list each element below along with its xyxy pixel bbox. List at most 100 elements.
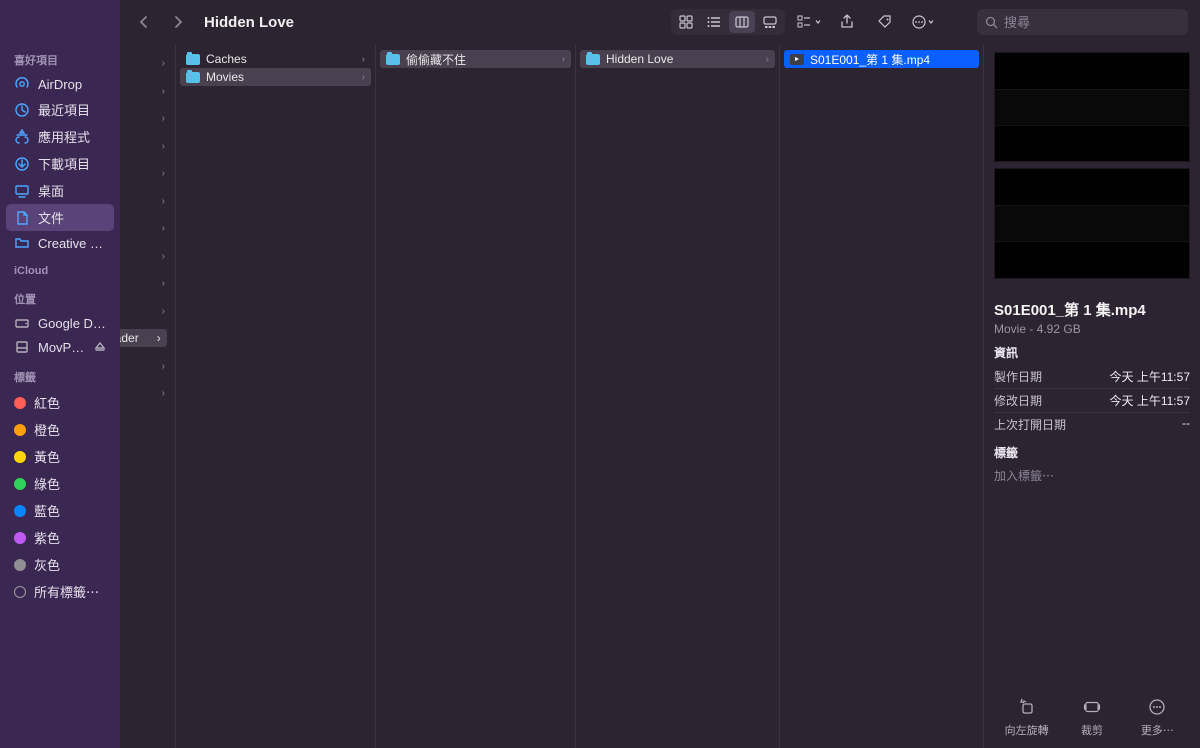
sidebar-item-gdrive[interactable]: Google Drive [6,311,114,335]
list-item[interactable]: › [124,353,171,381]
tag-dot-icon [14,478,26,490]
list-item[interactable]: › [124,160,171,188]
more-button[interactable]: 更多⋯ [1129,698,1185,738]
list-item[interactable]: › [124,298,171,326]
list-item[interactable]: › [124,215,171,243]
tag-purple[interactable]: 紫色 [6,524,114,551]
list-item[interactable]: › [124,188,171,216]
tag-gray[interactable]: 灰色 [6,551,114,578]
forward-button[interactable] [166,8,190,36]
item-name: Caches [206,52,356,66]
info-value: 今天 上午11:57 [1110,392,1190,409]
list-item[interactable]: S01E001_第 1 集.mp4 [784,50,979,68]
view-columns-button[interactable] [729,11,755,33]
sidebar-item-documents[interactable]: 文件 [6,204,114,231]
item-name: Movies [206,70,356,84]
gallery-icon [763,15,777,29]
action-button[interactable] [909,10,937,34]
list-item[interactable]: Caches› [180,50,371,68]
drive-icon [14,315,30,331]
list-item[interactable]: 偷偷藏不住› [380,50,571,68]
back-button[interactable] [132,8,156,36]
tag-dot-icon [14,424,26,436]
item-name: 偷偷藏不住 [406,51,556,68]
list-item[interactable]: › [124,105,171,133]
sidebar-item-downloads[interactable]: 下載項目 [6,150,114,177]
view-gallery-button[interactable] [757,11,783,33]
share-button[interactable] [833,10,861,34]
list-item[interactable]: › [124,133,171,161]
list-item[interactable]: Hidden Love› [580,50,775,68]
list-item[interactable]: › [124,380,171,408]
sidebar-item-label: Creative Clo… [38,236,106,251]
main-pane: Hidden Love ›››››››››››››wnloader› Cache… [120,0,1200,748]
group-button[interactable] [795,10,823,34]
view-list-button[interactable] [701,11,727,33]
sidebar-item-label: 藍色 [34,501,60,520]
column-0[interactable]: ›››››››››››››wnloader› [120,44,176,748]
search-input[interactable] [1004,15,1180,30]
sidebar-item-apps[interactable]: 應用程式 [6,123,114,150]
sidebar-section-favorites: 喜好項目 [6,48,114,72]
preview-subtitle: Movie - 4.92 GB [994,322,1190,336]
info-value: 今天 上午11:57 [1110,368,1190,385]
preview-thumbnail[interactable] [994,52,1190,162]
sidebar-item-label: 綠色 [34,474,60,493]
list-item[interactable]: › [124,243,171,271]
sidebar-item-cc[interactable]: Creative Clo… [6,231,114,255]
ellipsis-circle-icon [912,15,926,29]
tag-green[interactable]: 綠色 [6,470,114,497]
sidebar-item-desktop[interactable]: 桌面 [6,177,114,204]
chevron-right-icon: › [162,58,165,69]
toolbar: Hidden Love [120,0,1200,44]
sidebar-item-mov[interactable]: MovPilot … [6,335,114,359]
footer-label: 向左旋轉 [1005,722,1049,738]
sidebar-item-recent[interactable]: 最近項目 [6,96,114,123]
sidebar-item-airdrop[interactable]: AirDrop [6,72,114,96]
column-2[interactable]: 偷偷藏不住› [376,44,576,748]
folder-icon [186,54,200,65]
sidebar-all-tags[interactable]: 所有標籤⋯ [6,578,114,605]
download-icon [14,156,30,172]
folder-icon [586,54,600,65]
ellipsis-circle-icon [1148,698,1166,716]
view-icons-button[interactable] [673,11,699,33]
info-row: 修改日期今天 上午11:57 [994,389,1190,413]
preview-info-heading: 資訊 [994,344,1190,361]
chevron-right-icon: › [162,196,165,207]
list-icon [707,15,721,29]
tag-dot-icon [14,397,26,409]
tag-blue[interactable]: 藍色 [6,497,114,524]
tag-dot-icon [14,559,26,571]
alltags-icon [14,586,26,598]
sidebar-item-label: 下載項目 [38,154,90,173]
sidebar-item-label: AirDrop [38,77,82,92]
tag-button[interactable] [871,10,899,34]
search-box[interactable] [977,9,1188,35]
list-item[interactable]: › [124,78,171,106]
tag-yellow[interactable]: 黃色 [6,443,114,470]
list-item-selected[interactable]: wnloader› [120,329,167,347]
column-3[interactable]: Hidden Love› [576,44,780,748]
chevron-left-icon [139,15,149,29]
sidebar-item-label: 灰色 [34,555,60,574]
add-tag-field[interactable]: 加入標籤⋯ [994,467,1190,484]
list-item[interactable]: Movies› [180,68,371,86]
info-label: 製作日期 [994,368,1042,385]
sidebar-section-locations: 位置 [6,287,114,311]
list-item[interactable]: › [124,270,171,298]
sidebar-item-label: 黃色 [34,447,60,466]
trim-button[interactable]: 裁剪 [1064,698,1120,738]
rotate-icon [1018,698,1036,716]
sidebar-item-label: 桌面 [38,181,64,200]
rotate-left-button[interactable]: 向左旋轉 [999,698,1055,738]
tag-orange[interactable]: 橙色 [6,416,114,443]
sidebar-item-label: 所有標籤⋯ [34,582,99,601]
eject-icon[interactable] [94,341,106,353]
list-item[interactable]: › [124,50,171,78]
chevron-right-icon: › [162,141,165,152]
tag-red[interactable]: 紅色 [6,389,114,416]
column-1[interactable]: Caches›Movies› [176,44,376,748]
column-4[interactable]: S01E001_第 1 集.mp4 [780,44,984,748]
chevron-right-icon: › [162,113,165,124]
